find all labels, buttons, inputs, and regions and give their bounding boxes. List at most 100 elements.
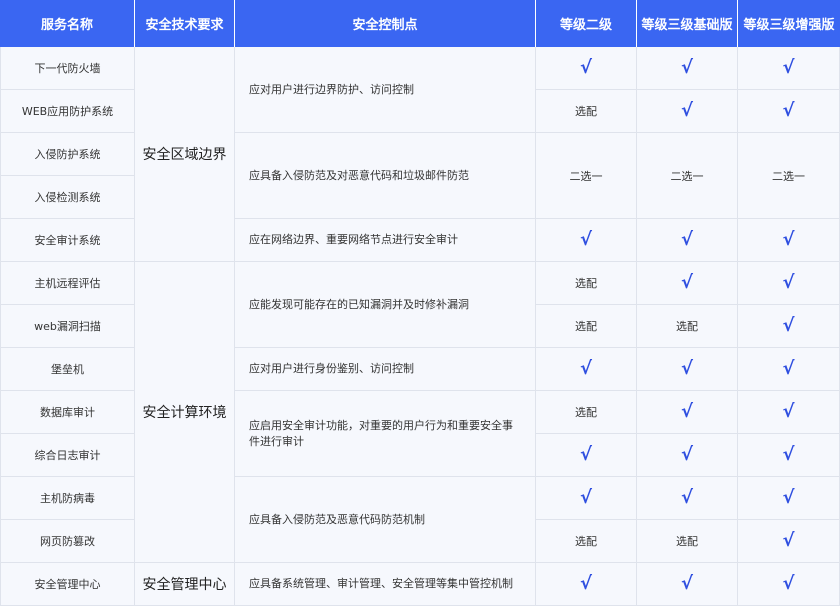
header-level-3-basic: 等级三级基础版 <box>637 0 738 47</box>
level-cell-level-3-basic: √ <box>637 90 738 133</box>
level-cell-level-3-basic: √ <box>637 391 738 434</box>
check-mark-icon: √ <box>579 487 592 508</box>
level-cell-level-2: 选配 <box>536 305 637 348</box>
level-cell-level-2: 选配 <box>536 262 637 305</box>
check-mark-icon: √ <box>579 358 592 379</box>
level-cell-level-3-plus: √ <box>738 262 840 305</box>
check-mark-icon: √ <box>782 272 795 293</box>
optional-label: 选配 <box>575 406 597 419</box>
table-row: 数据库审计 应启用安全审计功能，对重要的用户行为和重要安全事件进行审计 选配 √ √ <box>0 391 840 477</box>
level-cell-level-3-plus: √ <box>738 90 840 133</box>
service-name-cell: 数据库审计 <box>0 391 135 434</box>
header-level-3-plus: 等级三级增强版 <box>738 0 840 47</box>
level-cell-level-3-plus: √ <box>738 434 840 477</box>
check-mark-icon: √ <box>782 229 795 250</box>
header-security-requirement: 安全技术要求 <box>135 0 235 47</box>
level-cell-level-2: √ <box>536 47 637 90</box>
level-cell-level-3-basic: √ <box>637 477 738 520</box>
level-cell-level-3-basic: √ <box>637 434 738 477</box>
check-mark-icon: √ <box>680 487 693 508</box>
level-cell-level-3-basic: 选配 <box>637 305 738 348</box>
table-body: 下一代防火墙 安全区域边界 应对用户进行边界防护、访问控制 √ √ √ WEB应用防护系统选… <box>0 47 840 606</box>
service-name-cell: 入侵检测系统 <box>0 176 135 219</box>
either-label: 二选一 <box>772 169 805 183</box>
control-point-cell: 应对用户进行边界防护、访问控制 <box>235 47 536 133</box>
header-level-2: 等级二级 <box>536 0 637 47</box>
service-name-cell: 安全审计系统 <box>0 219 135 262</box>
check-mark-icon: √ <box>680 401 693 422</box>
level-cell-level-3-basic: √ <box>637 47 738 90</box>
level-cell-level-2: 二选一 <box>536 133 637 219</box>
security-matrix-table: 服务名称 安全技术要求 安全控制点 等级二级 等级三级基础版 等级三级增强版 下… <box>0 0 840 606</box>
check-mark-icon: √ <box>680 272 693 293</box>
requirement-cell: 安全区域边界 <box>135 47 235 262</box>
check-mark-icon: √ <box>680 229 693 250</box>
service-name-cell: 主机防病毒 <box>0 477 135 520</box>
level-cell-level-3-basic: 选配 <box>637 520 738 563</box>
level-cell-level-3-plus: √ <box>738 348 840 391</box>
check-mark-icon: √ <box>680 573 693 594</box>
header-row: 服务名称 安全技术要求 安全控制点 等级二级 等级三级基础版 等级三级增强版 <box>0 0 840 47</box>
check-mark-icon: √ <box>782 573 795 594</box>
optional-label: 选配 <box>575 105 597 118</box>
level-cell-level-3-plus: √ <box>738 47 840 90</box>
optional-label: 选配 <box>575 320 597 333</box>
level-cell-level-2: √ <box>536 434 637 477</box>
service-name-cell: WEB应用防护系统 <box>0 90 135 133</box>
check-mark-icon: √ <box>782 57 795 78</box>
control-point-cell: 应具备入侵防范及恶意代码防范机制 <box>235 477 536 563</box>
level-cell-level-3-plus: √ <box>738 563 840 606</box>
table-header: 服务名称 安全技术要求 安全控制点 等级二级 等级三级基础版 等级三级增强版 <box>0 0 840 47</box>
check-mark-icon: √ <box>680 358 693 379</box>
control-point-cell: 应启用安全审计功能，对重要的用户行为和重要安全事件进行审计 <box>235 391 536 477</box>
service-name-cell: 入侵防护系统 <box>0 133 135 176</box>
check-mark-icon: √ <box>680 444 693 465</box>
either-label: 二选一 <box>670 169 704 183</box>
level-cell-level-3-plus: √ <box>738 219 840 262</box>
check-mark-icon: √ <box>782 530 795 551</box>
check-mark-icon: √ <box>782 444 795 465</box>
check-mark-icon: √ <box>680 57 693 78</box>
level-cell-level-3-plus: √ <box>738 520 840 563</box>
table-row: 下一代防火墙 安全区域边界 应对用户进行边界防护、访问控制 √ √ √ <box>0 47 840 262</box>
level-cell-level-2: √ <box>536 219 637 262</box>
control-point-cell: 应对用户进行身份鉴别、访问控制 <box>235 348 536 391</box>
control-point-cell: 应具备系统管理、审计管理、安全管理等集中管控机制 <box>235 563 536 606</box>
control-point-cell: 应能发现可能存在的已知漏洞并及时修补漏洞 <box>235 262 536 348</box>
level-cell-level-2: √ <box>536 477 637 520</box>
level-cell-level-3-plus: 二选一 <box>738 133 840 219</box>
service-name-cell: 主机远程评估 <box>0 262 135 305</box>
optional-label: 选配 <box>575 277 597 290</box>
service-name-cell: 网页防篡改 <box>0 520 135 563</box>
check-mark-icon: √ <box>782 358 795 379</box>
table-row: 堡垒机 应对用户进行身份鉴别、访问控制 √ √ √ <box>0 348 840 391</box>
level-cell-level-3-basic: √ <box>637 348 738 391</box>
service-name-cell: 下一代防火墙 <box>0 47 135 90</box>
check-mark-icon: √ <box>579 444 592 465</box>
header-control-point: 安全控制点 <box>235 0 536 47</box>
requirement-cell: 安全计算环境 <box>135 262 235 563</box>
check-mark-icon: √ <box>782 401 795 422</box>
either-label: 二选一 <box>569 169 603 183</box>
check-mark-icon: √ <box>782 315 795 336</box>
requirement-cell: 安全管理中心 <box>135 563 235 606</box>
level-cell-level-3-plus: √ <box>738 477 840 520</box>
table-row: 安全审计系统 应在网络边界、重要网络节点进行安全审计 √ √ √ <box>0 219 840 262</box>
check-mark-icon: √ <box>680 100 693 121</box>
level-cell-level-3-basic: √ <box>637 262 738 305</box>
table-row: 主机远程评估 安全计算环境 应能发现可能存在的已知漏洞并及时修补漏洞 选配 √ √ <box>0 262 840 563</box>
control-point-cell: 应在网络边界、重要网络节点进行安全审计 <box>235 219 536 262</box>
header-service-name: 服务名称 <box>0 0 135 47</box>
level-cell-level-2: √ <box>536 563 637 606</box>
level-cell-level-3-plus: √ <box>738 305 840 348</box>
table-row: 主机防病毒 应具备入侵防范及恶意代码防范机制 √ √ √ <box>0 477 840 563</box>
level-cell-level-3-basic: √ <box>637 563 738 606</box>
optional-label: 选配 <box>676 535 698 548</box>
check-mark-icon: √ <box>782 100 795 121</box>
control-point-cell: 应具备入侵防范及对恶意代码和垃圾邮件防范 <box>235 133 536 219</box>
check-mark-icon: √ <box>579 229 592 250</box>
check-mark-icon: √ <box>579 573 592 594</box>
table-row: 安全管理中心 安全管理中心 应具备系统管理、审计管理、安全管理等集中管控机制 √ √ √ <box>0 563 840 606</box>
service-name-cell: 安全管理中心 <box>0 563 135 606</box>
table-row: 入侵防护系统 应具备入侵防范及对恶意代码和垃圾邮件防范 二选一 二选一 二选一 <box>0 133 840 219</box>
